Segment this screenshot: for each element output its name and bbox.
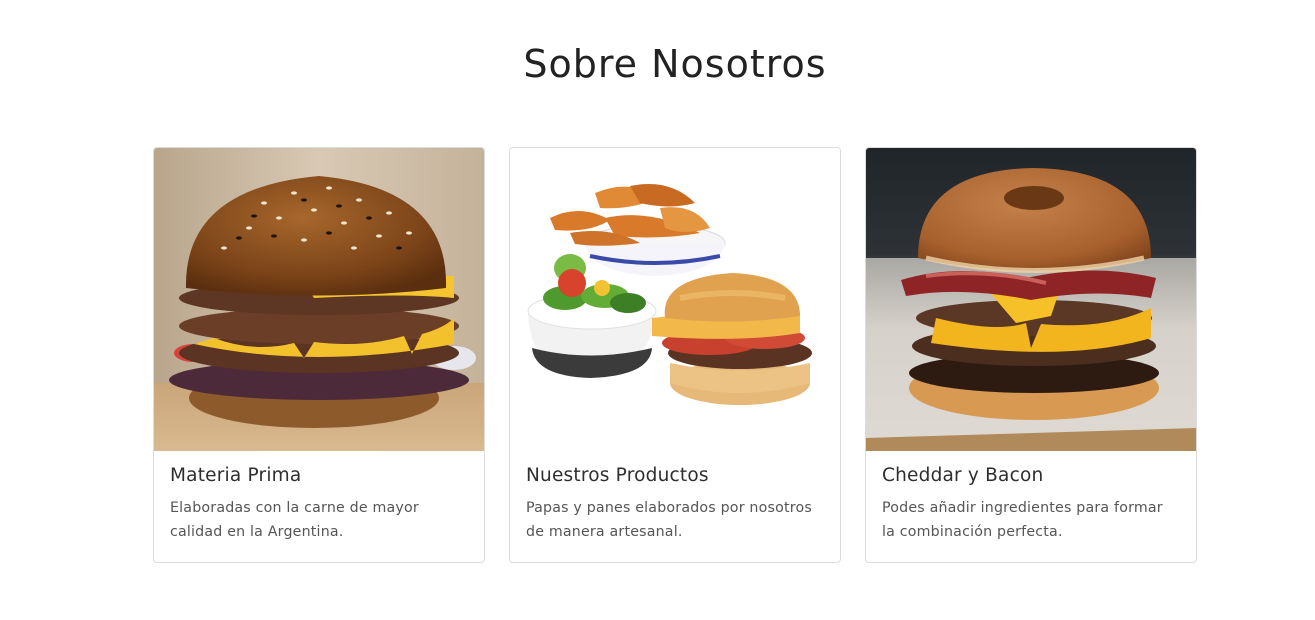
- card-text: Elaboradas con la carne de mayor calidad…: [170, 500, 419, 540]
- card-title: Materia Prima: [170, 465, 302, 486]
- card-nuestros-productos: Nuestros Productos Papas y panes elabora…: [509, 147, 841, 563]
- card-text: Podes añadir ingredientes para formar la…: [882, 500, 1163, 540]
- card-title: Cheddar y Bacon: [882, 465, 1044, 486]
- card-image-burger-stack: [154, 148, 484, 451]
- card-image-fries-salad-burger: [510, 148, 840, 451]
- card-body: Materia Prima Elaboradas con la carne de…: [154, 451, 484, 544]
- card-cheddar-bacon: Cheddar y Bacon Podes añadir ingrediente…: [865, 147, 1197, 563]
- card-materia-prima: Materia Prima Elaboradas con la carne de…: [153, 147, 485, 563]
- cards-row: Materia Prima Elaboradas con la carne de…: [153, 147, 1197, 563]
- card-body: Nuestros Productos Papas y panes elabora…: [510, 451, 840, 544]
- card-title: Nuestros Productos: [526, 465, 709, 486]
- section-title: Sobre Nosotros: [523, 42, 827, 86]
- card-text: Papas y panes elaborados por nosotros de…: [526, 500, 812, 540]
- card-body: Cheddar y Bacon Podes añadir ingrediente…: [866, 451, 1196, 544]
- card-image-donut-burger: [866, 148, 1196, 451]
- about-section: Sobre Nosotros Materia Prima Elaboradas …: [0, 0, 1315, 620]
